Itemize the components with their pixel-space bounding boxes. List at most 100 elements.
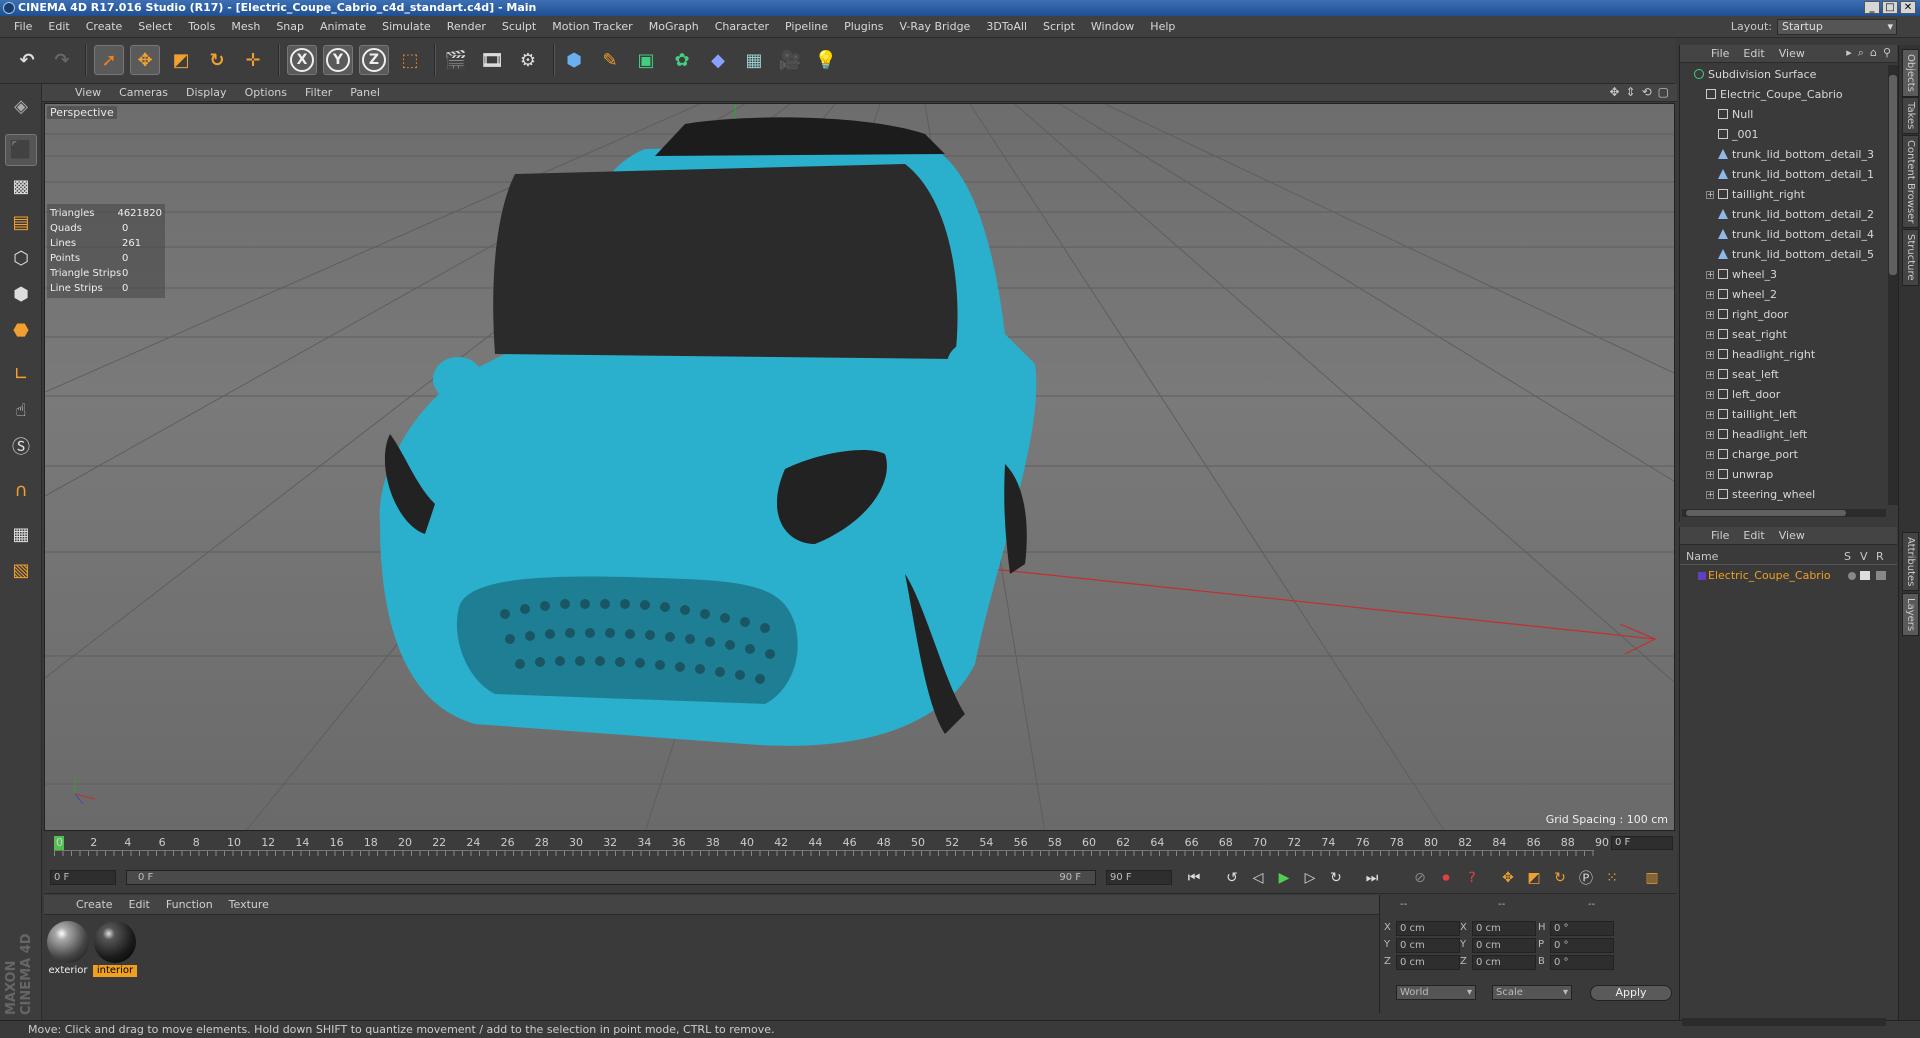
deformer-icon[interactable]: ◆ xyxy=(703,45,733,75)
menu-sculpt[interactable]: Sculpt xyxy=(494,20,544,33)
redo-icon[interactable]: ↷ xyxy=(47,45,77,75)
render-settings-icon[interactable]: ⚙ xyxy=(513,45,543,75)
key-point-level-icon[interactable]: ⁙ xyxy=(1600,867,1624,889)
layer-row[interactable]: Electric_Coupe_Cabrio xyxy=(1680,567,1897,585)
end-frame-field[interactable]: 90 F xyxy=(1106,870,1172,885)
tab-takes[interactable]: Takes xyxy=(1902,97,1919,135)
layer-solo-toggle[interactable] xyxy=(1848,572,1856,580)
expand-icon[interactable]: + xyxy=(1706,271,1714,279)
object-tree-item[interactable]: + headlight_right xyxy=(1706,345,1890,365)
menu-select[interactable]: Select xyxy=(130,20,180,33)
menu-create[interactable]: Create xyxy=(78,20,131,33)
expand-icon[interactable]: + xyxy=(1706,491,1714,499)
make-editable-icon[interactable]: ◈ xyxy=(5,90,37,122)
material-menu-function[interactable]: Function xyxy=(158,898,221,911)
current-frame-field[interactable]: 0 F xyxy=(1611,836,1673,850)
material-interior[interactable]: interior xyxy=(93,921,137,977)
solo-icon[interactable]: ▧ xyxy=(5,554,37,586)
recent-tool-icon[interactable]: ✛ xyxy=(238,45,268,75)
object-tree-item[interactable]: + taillight_right xyxy=(1706,185,1890,205)
object-tree-item[interactable]: Null xyxy=(1718,105,1890,125)
object-tree-item[interactable]: + wheel_3 xyxy=(1706,265,1890,285)
menu-script[interactable]: Script xyxy=(1035,20,1083,33)
layer-hscrollbar[interactable] xyxy=(1682,1018,1886,1026)
layer-render-icon[interactable] xyxy=(1876,571,1886,580)
lock-workplane-icon[interactable]: ▦ xyxy=(5,518,37,550)
coord-field[interactable]: 0 ° xyxy=(1550,921,1614,936)
move-icon[interactable]: ✥ xyxy=(130,45,160,75)
arrow-right-icon[interactable]: ▸ xyxy=(1846,46,1852,60)
axis-mode-icon[interactable]: ∟ xyxy=(5,358,37,390)
live-selection-icon[interactable]: ➚ xyxy=(94,45,124,75)
perspective-viewport[interactable]: Perspective Triangles 4621820 Quads 0 Lines 2… xyxy=(44,103,1675,831)
tab-attributes[interactable]: Attributes xyxy=(1902,532,1919,592)
menu-v-ray-bridge[interactable]: V-Ray Bridge xyxy=(891,20,978,33)
object-tree-item[interactable]: trunk_lid_bottom_detail_1 xyxy=(1718,165,1890,185)
menu-edit[interactable]: Edit xyxy=(40,20,77,33)
expand-icon[interactable]: + xyxy=(1706,331,1714,339)
viewport-menu-cameras[interactable]: Cameras xyxy=(110,86,177,99)
camera-icon[interactable]: 🎥 xyxy=(775,45,805,75)
key-rotation-icon[interactable]: ↻ xyxy=(1548,867,1572,889)
model-mode-icon[interactable]: ⬛ xyxy=(5,134,37,166)
tab-structure[interactable]: Structure xyxy=(1902,229,1919,286)
material-menu-edit[interactable]: Edit xyxy=(121,898,158,911)
menu-tools[interactable]: Tools xyxy=(180,20,223,33)
light-icon[interactable]: 💡 xyxy=(811,45,841,75)
rotate-icon[interactable]: ↻ xyxy=(202,45,232,75)
array-icon[interactable]: ✿ xyxy=(667,45,697,75)
go-to-start-icon[interactable]: ⏮ xyxy=(1182,867,1206,889)
timeline-ruler[interactable]: 0 2 4 6 8 10 12 14 16 18 20 22 24 26 28 30 32 34 36 38 40 42 4… xyxy=(54,836,1609,856)
expand-icon[interactable]: + xyxy=(1706,431,1714,439)
autokey-icon[interactable]: ? xyxy=(1460,867,1484,889)
coord-field[interactable]: 0 cm xyxy=(1472,938,1536,953)
expand-icon[interactable]: + xyxy=(1706,411,1714,419)
object-tree-item[interactable]: + left_door xyxy=(1706,385,1890,405)
z-axis-button[interactable]: Z xyxy=(359,45,389,75)
viewport-menu-panel[interactable]: Panel xyxy=(341,86,389,99)
coord-field[interactable]: 0 cm xyxy=(1472,955,1536,970)
object-tree-item[interactable]: _001 xyxy=(1718,125,1890,145)
close-icon[interactable]: ✕ xyxy=(1900,1,1916,14)
points-mode-icon[interactable]: ⬡ xyxy=(5,242,37,274)
viewport-maximize-icon[interactable]: ▢ xyxy=(1658,85,1669,99)
menu-pipeline[interactable]: Pipeline xyxy=(777,20,836,33)
object-tree-item[interactable]: Subdivision Surface xyxy=(1694,65,1890,85)
menu-help[interactable]: Help xyxy=(1142,20,1183,33)
object-tree-item[interactable]: + wheel_2 xyxy=(1706,285,1890,305)
object-tree-item[interactable]: trunk_lid_bottom_detail_5 xyxy=(1718,245,1890,265)
object-menu-view[interactable]: View xyxy=(1772,47,1812,60)
object-tree-item[interactable]: trunk_lid_bottom_detail_4 xyxy=(1718,225,1890,245)
object-tree-item[interactable]: Electric_Coupe_Cabrio xyxy=(1706,85,1890,105)
key-scale-icon[interactable]: ◩ xyxy=(1522,867,1546,889)
layer-menu-file[interactable]: File xyxy=(1704,529,1736,542)
material-exterior[interactable]: exterior xyxy=(46,921,90,977)
menu-plugins[interactable]: Plugins xyxy=(836,20,891,33)
viewport-menu-view[interactable]: View xyxy=(66,86,110,99)
object-hscrollbar[interactable] xyxy=(1682,509,1886,517)
object-tree-item[interactable]: trunk_lid_bottom_detail_3 xyxy=(1718,145,1890,165)
edges-mode-icon[interactable]: ⬢ xyxy=(5,278,37,310)
render-picture-viewer-icon[interactable]: 🎞 xyxy=(477,45,507,75)
expand-icon[interactable]: + xyxy=(1706,371,1714,379)
expand-icon[interactable]: + xyxy=(1706,311,1714,319)
object-scrollbar[interactable] xyxy=(1888,65,1898,505)
menu-animate[interactable]: Animate xyxy=(312,20,374,33)
coordinate-space-select[interactable]: World ▾ xyxy=(1396,985,1476,1000)
scale-icon[interactable]: ◩ xyxy=(166,45,196,75)
layer-visible-icon[interactable] xyxy=(1860,571,1870,580)
viewport-move-icon[interactable]: ✥ xyxy=(1609,85,1619,99)
play-icon[interactable]: ▶ xyxy=(1272,867,1296,889)
object-tree-item[interactable]: + headlight_left xyxy=(1706,425,1890,445)
menu-simulate[interactable]: Simulate xyxy=(374,20,439,33)
object-tree-item[interactable]: + taillight_left xyxy=(1706,405,1890,425)
coord-field[interactable]: 0 ° xyxy=(1550,938,1614,953)
previous-key-icon[interactable]: ↺ xyxy=(1220,867,1244,889)
coordinate-system-icon[interactable]: ⬚ xyxy=(395,45,425,75)
tweak-mode-icon[interactable]: ☝ xyxy=(5,394,37,426)
pen-spline-icon[interactable]: ✎ xyxy=(595,45,625,75)
magnet-icon[interactable]: ∩ xyxy=(5,474,37,506)
menu-mesh[interactable]: Mesh xyxy=(223,20,268,33)
undo-icon[interactable]: ↶ xyxy=(12,45,42,75)
menu-motion-tracker[interactable]: Motion Tracker xyxy=(544,20,640,33)
